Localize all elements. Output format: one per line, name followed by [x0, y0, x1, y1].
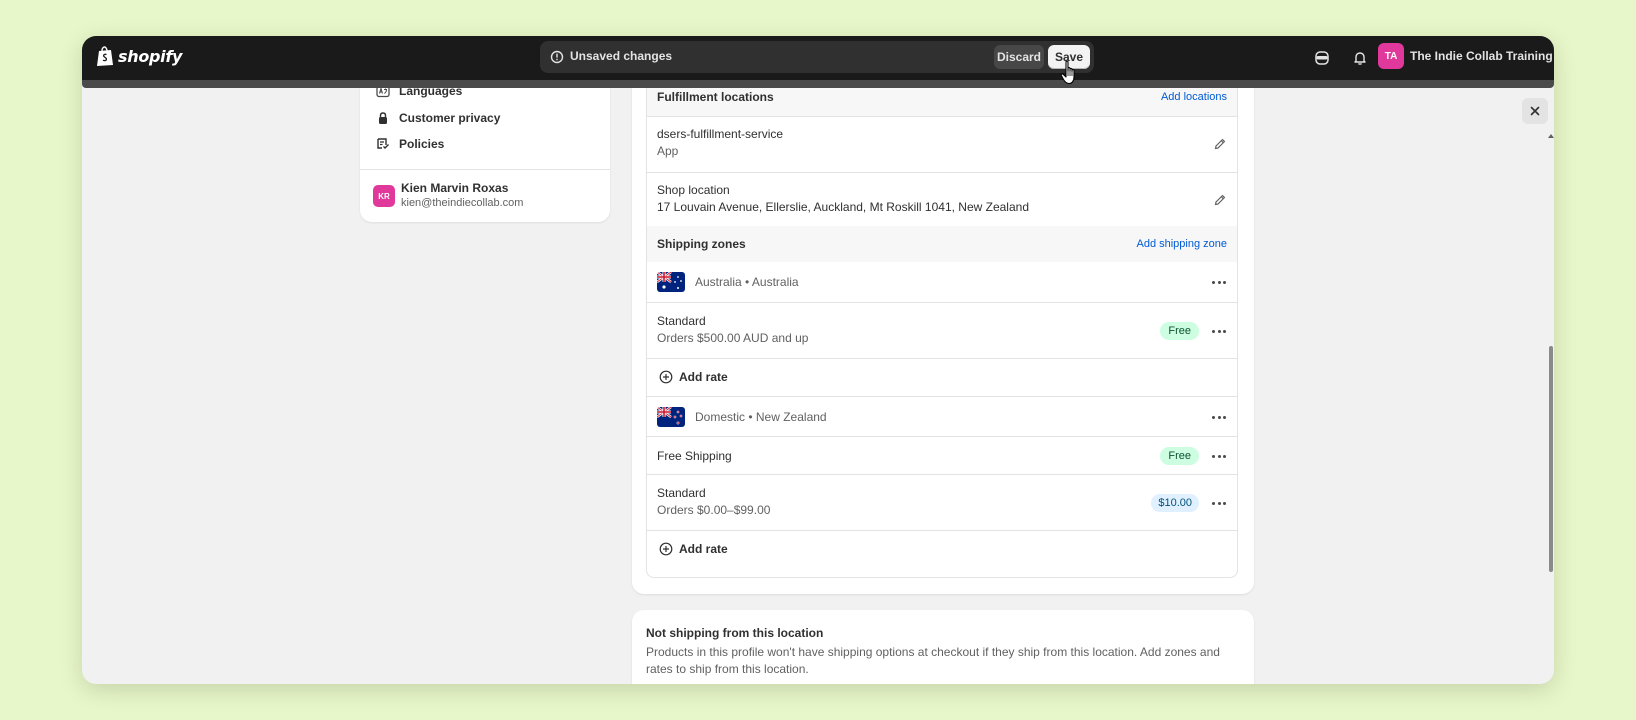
- rate-name: Standard: [657, 314, 706, 328]
- store-name[interactable]: The Indie Collab Training ...: [1410, 49, 1554, 63]
- plus-circle-icon: [659, 370, 673, 384]
- shopify-bag-icon: [97, 46, 113, 66]
- location-row: dsers-fulfillment-service App: [647, 116, 1237, 172]
- user-email: kien@theindiecollab.com: [401, 197, 524, 209]
- brand-wordmark: shopify: [118, 46, 183, 66]
- rate-condition: Orders $500.00 AUD and up: [657, 331, 809, 345]
- unsaved-message: Unsaved changes: [570, 49, 673, 63]
- location-detail: App: [657, 144, 679, 158]
- zone-name: Australia • Australia: [695, 275, 799, 289]
- user-name[interactable]: Kien Marvin Roxas: [401, 181, 508, 195]
- settings-sidebar-card: Languages Customer privacy Policies KR K…: [360, 88, 610, 222]
- more-actions-icon[interactable]: [1211, 449, 1227, 463]
- topbar-shadow-strip: [82, 80, 1554, 88]
- add-rate-row: Add rate: [647, 358, 1237, 396]
- add-rate-label: Add rate: [679, 542, 728, 556]
- scroll-up-arrow-icon[interactable]: [1547, 132, 1554, 140]
- rate-row: Free Shipping Free: [647, 436, 1237, 474]
- location-name: Shop location: [657, 183, 730, 197]
- edit-pencil-icon[interactable]: [1213, 193, 1227, 207]
- shipping-zones-header: Shipping zones Add shipping zone: [647, 226, 1237, 262]
- rate-price-badge: $10.00: [1151, 494, 1199, 512]
- more-actions-icon[interactable]: [1211, 324, 1227, 338]
- sidebar-item-label: Customer privacy: [399, 111, 501, 125]
- more-actions-icon[interactable]: [1211, 275, 1227, 289]
- rate-condition: Orders $0.00–$99.00: [657, 503, 771, 517]
- rate-name: Free Shipping: [657, 449, 732, 463]
- lock-icon: [379, 112, 387, 124]
- add-rate-button[interactable]: Add rate: [659, 370, 728, 384]
- fulfillment-locations-title: Fulfillment locations: [657, 90, 774, 104]
- close-icon: [1530, 106, 1540, 116]
- rate-row: Standard Orders $500.00 AUD and up Free: [647, 302, 1237, 358]
- shipping-zones-title: Shipping zones: [657, 237, 746, 251]
- add-rate-button[interactable]: Add rate: [659, 542, 728, 556]
- not-shipping-description: Products in this profile won't have ship…: [646, 645, 1220, 676]
- zone-name: Domestic • New Zealand: [695, 410, 827, 424]
- hand-pointer-cursor-icon: [1060, 60, 1075, 85]
- rate-price-badge: Free: [1160, 447, 1199, 465]
- sidekick-glyph-icon: [1315, 51, 1329, 65]
- add-rate-label: Add rate: [679, 370, 728, 384]
- sidekick-icon[interactable]: [1311, 47, 1333, 69]
- not-shipping-title: Not shipping from this location: [646, 626, 824, 640]
- location-detail: 17 Louvain Avenue, Ellerslie, Auckland, …: [657, 200, 1029, 214]
- languages-icon: [376, 88, 390, 98]
- scrollbar-thumb[interactable]: [1549, 346, 1553, 572]
- user-avatar[interactable]: KR: [373, 185, 395, 207]
- location-name: dsers-fulfillment-service: [657, 127, 784, 141]
- settings-content: Languages Customer privacy Policies KR K…: [82, 88, 1554, 684]
- rate-name: Standard: [657, 486, 706, 500]
- fulfillment-locations-header: Fulfillment locations Add locations: [647, 88, 1237, 116]
- shipping-profile-card: Fulfillment locations Add locations dser…: [632, 88, 1254, 594]
- edit-pencil-icon[interactable]: [1213, 137, 1227, 151]
- more-actions-icon[interactable]: [1211, 496, 1227, 510]
- rate-price-badge: Free: [1160, 322, 1199, 340]
- shopify-logo[interactable]: shopify: [96, 45, 182, 67]
- store-avatar[interactable]: TA: [1378, 43, 1404, 69]
- alert-circle-icon: [550, 50, 564, 64]
- sidebar-divider: [360, 169, 610, 170]
- zone-row-new-zealand: Domestic • New Zealand: [647, 396, 1237, 436]
- sidebar-item-policies[interactable]: Policies: [376, 137, 444, 151]
- bell-glyph-icon: [1354, 52, 1366, 65]
- rate-row: Standard Orders $0.00–$99.00 $10.00: [647, 474, 1237, 530]
- not-shipping-card: Not shipping from this location Products…: [632, 610, 1254, 684]
- sidebar-item-label: Languages: [399, 88, 463, 98]
- add-rate-row: Add rate: [647, 530, 1237, 577]
- more-actions-icon[interactable]: [1211, 410, 1227, 424]
- top-bar: shopify Unsaved changes Discard Save TA …: [82, 36, 1554, 88]
- sidebar-item-languages[interactable]: Languages: [376, 88, 462, 98]
- policies-icon: [377, 138, 389, 149]
- plus-circle-icon: [659, 542, 673, 556]
- location-row: Shop location 17 Louvain Avenue, Ellersl…: [647, 172, 1237, 226]
- zone-row-australia: Australia • Australia: [647, 262, 1237, 302]
- sidebar-item-customer-privacy[interactable]: Customer privacy: [376, 111, 500, 125]
- locations-and-zones-panel: Fulfillment locations Add locations dser…: [646, 88, 1238, 578]
- add-shipping-zone-link[interactable]: Add shipping zone: [1136, 238, 1227, 250]
- unsaved-changes-bar: Unsaved changes Discard Save: [540, 41, 1094, 73]
- app-window: shopify Unsaved changes Discard Save TA …: [82, 36, 1554, 684]
- close-button[interactable]: [1522, 98, 1548, 124]
- notification-bell-icon[interactable]: [1349, 47, 1371, 69]
- australia-flag-icon: [657, 272, 685, 292]
- discard-button[interactable]: Discard: [994, 45, 1044, 69]
- add-locations-link[interactable]: Add locations: [1161, 91, 1227, 103]
- sidebar-item-label: Policies: [399, 137, 445, 151]
- new-zealand-flag-icon: [657, 407, 685, 427]
